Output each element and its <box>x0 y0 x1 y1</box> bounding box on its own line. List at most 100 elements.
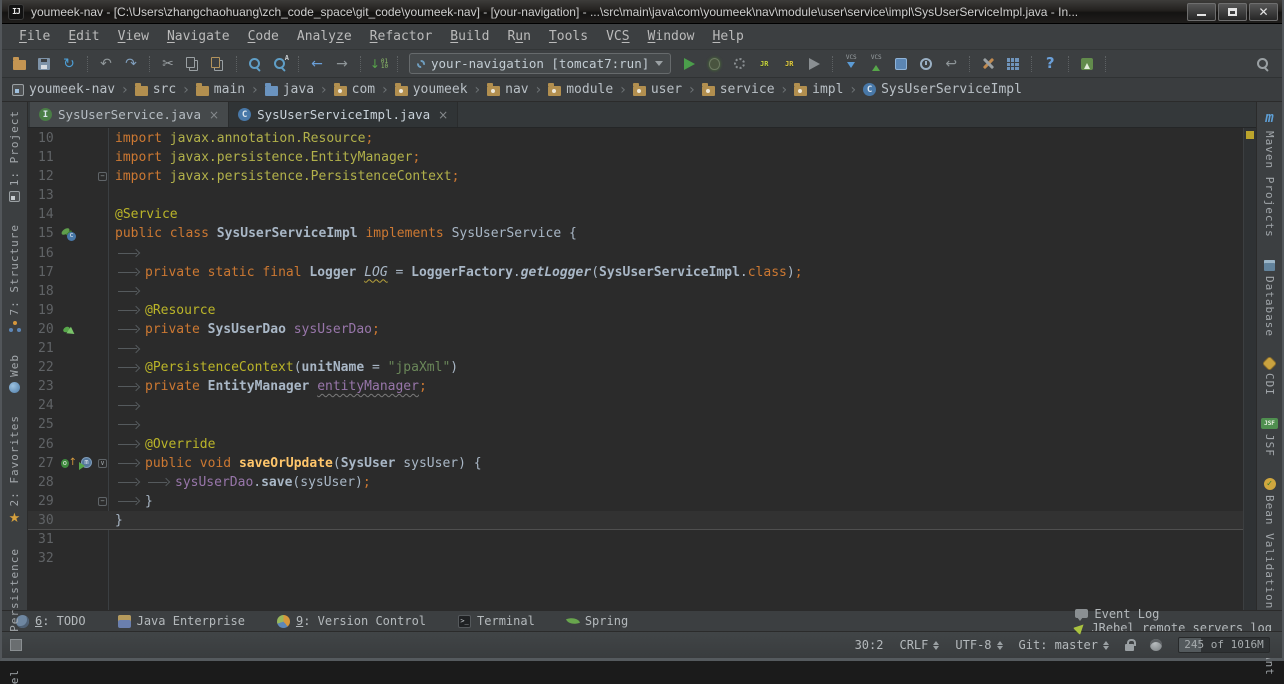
forward-icon[interactable]: → <box>331 53 353 75</box>
stripe-jsf[interactable]: JSFJSF <box>1261 418 1278 457</box>
stripe-1-project[interactable]: 1: Project <box>8 110 21 202</box>
synchronize-icon[interactable]: ↻ <box>58 53 80 75</box>
highlighting-level[interactable] <box>1150 639 1162 651</box>
debug-icon[interactable] <box>703 53 725 75</box>
breadcrumb-youmeek-nav[interactable]: youmeek-nav <box>12 82 115 97</box>
code-line-31[interactable]: 31 <box>28 530 1243 549</box>
fold-marker[interactable]: ∨ <box>98 459 107 468</box>
code-line-12[interactable]: 12−import javax.persistence.PersistenceC… <box>28 167 1243 186</box>
stripe-web[interactable]: Web <box>8 354 21 393</box>
code-line-10[interactable]: 10import javax.annotation.Resource; <box>28 129 1243 148</box>
stripe-cdi[interactable]: CDI <box>1263 359 1276 396</box>
tool-button-java-enterprise[interactable]: Java Enterprise <box>118 614 245 628</box>
autowired-dependency-icon[interactable] <box>61 323 75 336</box>
fold-marker[interactable]: − <box>98 497 107 506</box>
menu-refactor[interactable]: Refactor <box>361 27 442 46</box>
code-line-11[interactable]: 11import javax.persistence.EntityManager… <box>28 148 1243 167</box>
encoding-selector[interactable]: UTF-8 <box>955 638 1002 653</box>
save-all-icon[interactable] <box>33 53 55 75</box>
jrebel-sync-icon[interactable] <box>1076 53 1098 75</box>
breadcrumb-user[interactable]: user <box>633 82 682 97</box>
breadcrumb-src[interactable]: src <box>135 82 176 97</box>
tab-close-icon[interactable]: × <box>438 108 448 122</box>
code-line-28[interactable]: 28sysUserDao.save(sysUser); <box>28 473 1243 492</box>
code-line-22[interactable]: 22@PersistenceContext(unitName = "jpaXml… <box>28 358 1243 377</box>
code-area[interactable]: 10import javax.annotation.Resource;11imp… <box>28 128 1243 610</box>
copy-icon[interactable] <box>182 53 204 75</box>
code-line-32[interactable]: 32 <box>28 549 1243 568</box>
tab-sysuserservice-java[interactable]: ISysUserService.java× <box>30 102 229 127</box>
menu-navigate[interactable]: Navigate <box>158 27 239 46</box>
breadcrumb-sysuserserviceimpl[interactable]: CSysUserServiceImpl <box>863 82 1022 97</box>
code-line-15[interactable]: 15cpublic class SysUserServiceImpl imple… <box>28 224 1243 243</box>
commit-changes-icon[interactable]: VCS <box>865 53 887 75</box>
code-line-21[interactable]: 21 <box>28 339 1243 358</box>
breadcrumb-com[interactable]: com <box>334 82 375 97</box>
fold-marker[interactable]: − <box>98 172 107 181</box>
menu-edit[interactable]: Edit <box>59 27 108 46</box>
code-line-27[interactable]: 27o↑m∨public void saveOrUpdate(SysUser s… <box>28 454 1243 473</box>
minimize-button[interactable] <box>1187 3 1216 21</box>
settings-icon[interactable] <box>977 53 999 75</box>
menu-code[interactable]: Code <box>239 27 288 46</box>
menu-run[interactable]: Run <box>498 27 539 46</box>
menu-analyze[interactable]: Analyze <box>288 27 361 46</box>
breadcrumb-nav[interactable]: nav <box>487 82 528 97</box>
update-project-icon[interactable]: VCS <box>840 53 862 75</box>
menu-build[interactable]: Build <box>441 27 498 46</box>
local-history-icon[interactable] <box>915 53 937 75</box>
code-line-16[interactable]: 16 <box>28 244 1243 263</box>
breadcrumb-youmeek[interactable]: youmeek <box>395 82 468 97</box>
code-line-30[interactable]: 30} <box>28 511 1243 530</box>
jrebel-remote-icon[interactable] <box>803 53 825 75</box>
menu-file[interactable]: File <box>10 27 59 46</box>
menu-help[interactable]: Help <box>704 27 753 46</box>
sort-lines-icon[interactable]: ↓0110 <box>368 53 390 75</box>
caret-position[interactable]: 30:2 <box>855 638 884 652</box>
tool-window-toggle-icon[interactable] <box>10 639 22 651</box>
stripe-bean-validation[interactable]: ✓Bean Validation <box>1263 478 1276 609</box>
stripe-2-favorites[interactable]: 2: Favorites★ <box>8 415 21 526</box>
undo-icon[interactable]: ↶ <box>95 53 117 75</box>
project-structure-icon[interactable] <box>1002 53 1024 75</box>
code-line-24[interactable]: 24 <box>28 396 1243 415</box>
breadcrumb-module[interactable]: module <box>548 82 613 97</box>
help-icon[interactable]: ? <box>1039 53 1061 75</box>
menu-vcs[interactable]: VCS <box>597 27 638 46</box>
menu-tools[interactable]: Tools <box>540 27 597 46</box>
maximize-button[interactable] <box>1218 3 1247 21</box>
stripe-el[interactable]: el <box>8 669 21 684</box>
open-project-icon[interactable] <box>8 53 30 75</box>
code-line-13[interactable]: 13 <box>28 186 1243 205</box>
search-everywhere-icon[interactable] <box>1252 53 1274 75</box>
breadcrumb-impl[interactable]: impl <box>794 82 843 97</box>
code-line-23[interactable]: 23private EntityManager entityManager; <box>28 377 1243 396</box>
code-line-18[interactable]: 18 <box>28 282 1243 301</box>
inspection-status-icon[interactable] <box>1246 131 1254 139</box>
readonly-toggle[interactable] <box>1125 639 1134 651</box>
menu-window[interactable]: Window <box>639 27 704 46</box>
run-icon[interactable] <box>678 53 700 75</box>
line-separator-selector[interactable]: CRLF <box>899 638 939 653</box>
coverage-icon[interactable] <box>728 53 750 75</box>
menu-view[interactable]: View <box>109 27 158 46</box>
spring-bean-icon[interactable]: c <box>61 228 76 241</box>
breadcrumb-java[interactable]: java <box>265 82 314 97</box>
tool-button-9-version-control[interactable]: 9: Version Control <box>277 614 426 628</box>
stripe-maven-projects[interactable]: mMaven Projects <box>1263 110 1276 238</box>
breadcrumb-service[interactable]: service <box>702 82 775 97</box>
jrebel-run-icon[interactable]: JR <box>753 53 775 75</box>
tab-close-icon[interactable]: × <box>209 108 219 122</box>
tab-sysuserserviceimpl-java[interactable]: CSysUserServiceImpl.java× <box>229 102 458 127</box>
git-branch-selector[interactable]: Git: master <box>1019 638 1109 653</box>
code-line-29[interactable]: 29−} <box>28 492 1243 511</box>
close-button[interactable]: ✕ <box>1249 3 1278 21</box>
jrebel-method-icon[interactable]: m <box>79 457 92 470</box>
jrebel-debug-icon[interactable]: JR <box>778 53 800 75</box>
overriding-method-icon[interactable]: o↑ <box>61 457 77 470</box>
cut-icon[interactable]: ✂ <box>157 53 179 75</box>
breadcrumb-main[interactable]: main <box>196 82 245 97</box>
editor-body[interactable]: 10import javax.annotation.Resource;11imp… <box>28 128 1256 610</box>
error-stripe[interactable] <box>1243 128 1256 610</box>
back-icon[interactable]: ← <box>306 53 328 75</box>
